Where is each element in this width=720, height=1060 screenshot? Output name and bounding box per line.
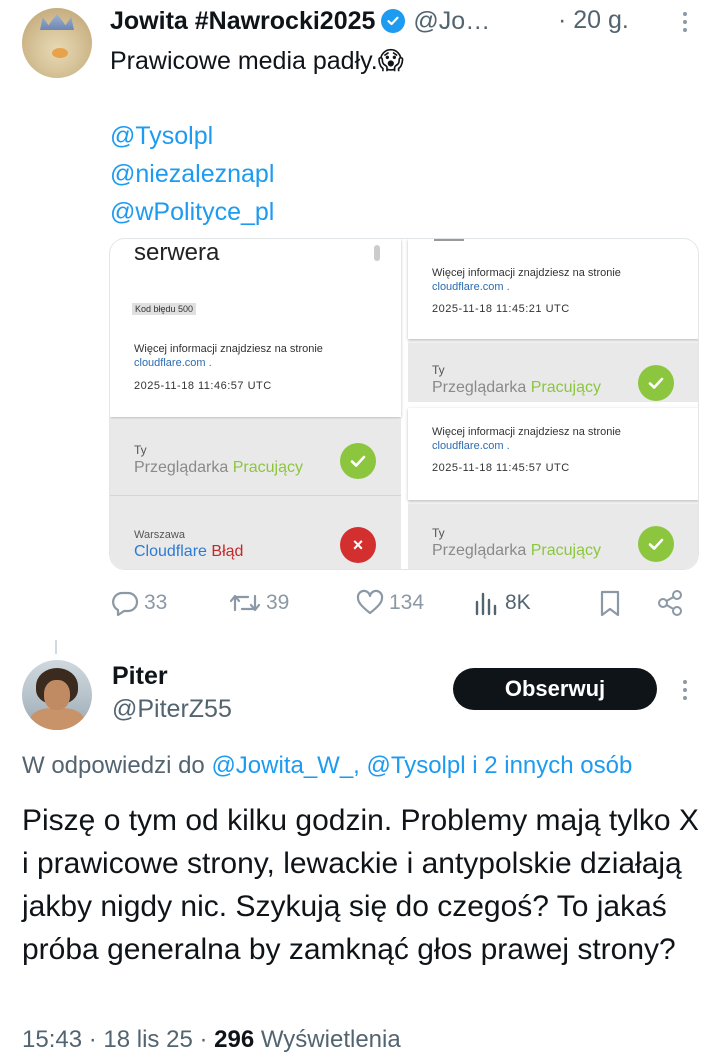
status-panel: Ty Przeglądarka Pracujący — [408, 343, 698, 402]
more-options-icon[interactable] — [683, 12, 687, 32]
tweet-mentions: @Tysolpl @niezaleznapl @wPolityce_pl — [110, 117, 274, 231]
more-options-icon[interactable] — [683, 680, 687, 700]
divider — [110, 495, 401, 496]
cloudflare-link: cloudflare.com . — [432, 281, 510, 293]
status-panel: Ty Przeglądarka Pracujący — [408, 504, 698, 569]
repost-icon — [229, 594, 261, 612]
repost-count: 39 — [266, 591, 290, 614]
reply-views-count: 296 — [214, 1026, 255, 1053]
browser-status-row: Przeglądarka Pracujący — [432, 542, 601, 560]
reply-count: 33 — [144, 591, 168, 614]
tweet-media-grid[interactable]: serwera Kod błędu 500 Więcej informacji … — [109, 238, 699, 570]
reply-time[interactable]: 15:43 — [22, 1026, 82, 1053]
follow-button[interactable]: Obserwuj — [453, 668, 657, 710]
tweet-time[interactable]: · 20 g. — [558, 6, 629, 35]
media-image-right-bottom[interactable]: Więcej informacji znajdziesz na stronie … — [408, 408, 698, 569]
browser-status-row: Przeglądarka Pracujący — [134, 459, 303, 477]
cloudflare-link: cloudflare.com . — [432, 440, 510, 452]
status-panel: Ty Przeglądarka Pracujący Warszawa Cloud… — [110, 419, 401, 569]
duck-beak-decoration — [52, 48, 68, 58]
media-image-left[interactable]: serwera Kod błędu 500 Więcej informacji … — [110, 239, 401, 569]
cloudflare-status-row: Cloudflare Błąd — [134, 543, 243, 561]
heart-icon — [356, 589, 384, 615]
reply-text: Piszę o tym od kilku godzin. Problemy ma… — [22, 804, 699, 966]
verified-badge-icon — [381, 9, 406, 33]
browser-label: Przeglądarka — [432, 542, 527, 559]
info-text: Więcej informacji znajdziesz na stronie — [432, 267, 621, 279]
author-handle[interactable]: @Jo… — [413, 7, 490, 36]
error-x-icon: × — [340, 527, 376, 563]
error-timestamp: 2025-11-18 11:45:57 UTC — [432, 462, 570, 474]
browser-label: Przeglądarka — [432, 379, 527, 396]
you-label: Ty — [134, 443, 147, 457]
analytics-icon — [475, 592, 497, 616]
check-icon — [638, 365, 674, 401]
cloudflare-error-card: serwera Kod błędu 500 Więcej informacji … — [110, 239, 401, 417]
cloudflare-link: cloudflare.com . — [134, 357, 212, 369]
check-icon — [340, 443, 376, 479]
like-count: 134 — [389, 591, 425, 614]
bookmark-button[interactable] — [597, 588, 623, 618]
browser-status: Pracujący — [530, 542, 601, 559]
cloudflare-info-card: Więcej informacji znajdziesz na stronie … — [408, 239, 698, 339]
reply-author-name[interactable]: Piter — [112, 662, 168, 691]
reply-icon — [112, 591, 139, 617]
mention-link[interactable]: @wPolityce_pl — [110, 193, 274, 231]
mention-link[interactable]: @niezaleznapl — [110, 155, 274, 193]
repost-button[interactable]: 39 — [228, 588, 289, 618]
views-button[interactable]: 8K — [473, 588, 531, 618]
tweet-author-row: Jowita #Nawrocki2025 @Jo… — [110, 6, 490, 36]
reply-button[interactable]: 33 — [110, 588, 167, 618]
share-icon — [658, 590, 682, 616]
reply-meta: 15:43 · 18 lis 25 · 296 Wyświetlenia — [22, 1026, 401, 1053]
browser-label: Przeglądarka — [134, 459, 229, 476]
replying-to-targets[interactable]: @Jowita_W_, @Tysolpl i 2 innych osób — [211, 752, 632, 779]
you-label: Ty — [432, 526, 445, 540]
scrollbar-thumb — [374, 245, 380, 261]
info-text: Więcej informacji znajdziesz na stronie — [432, 426, 621, 438]
views-count: 8K — [505, 591, 531, 614]
browser-status-row: Przeglądarka Pracujący — [432, 379, 601, 397]
bookmark-icon — [600, 590, 620, 617]
error-timestamp: 2025-11-18 11:45:21 UTC — [432, 303, 570, 315]
replying-to-prefix: W odpowiedzi do — [22, 752, 212, 779]
error-code: Kod błędu 500 — [132, 303, 197, 315]
reply-date[interactable]: 18 lis 25 — [103, 1026, 192, 1053]
error-timestamp: 2025-11-18 11:46:57 UTC — [134, 380, 272, 392]
author-avatar[interactable] — [22, 8, 92, 78]
reply-author-handle[interactable]: @PiterZ55 — [112, 695, 232, 724]
share-button[interactable] — [655, 588, 685, 618]
tweet-action-bar: 33 39 134 8K — [110, 588, 700, 624]
replying-to-line: W odpowiedzi do @Jowita_W_, @Tysolpl i 2… — [22, 752, 632, 780]
cloudflare-status: Błąd — [211, 543, 244, 560]
browser-status: Pracujący — [530, 379, 601, 396]
reply-views-label: Wyświetlenia — [260, 1026, 401, 1053]
author-name[interactable]: Jowita #Nawrocki2025 — [110, 7, 375, 36]
error-heading: serwera — [134, 239, 220, 266]
reply-author-avatar[interactable] — [22, 660, 92, 730]
cloudflare-info-card: Więcej informacji znajdziesz na stronie … — [408, 408, 698, 500]
avatar-face — [44, 680, 70, 710]
media-image-right-top[interactable]: Więcej informacji znajdziesz na stronie … — [408, 239, 698, 402]
thread-connector-line — [55, 640, 57, 654]
check-icon — [638, 526, 674, 562]
mention-link[interactable]: @Tysolpl — [110, 117, 274, 155]
cloudflare-label: Cloudflare — [134, 543, 207, 560]
you-label: Ty — [432, 363, 445, 377]
tweet-text: Prawicowe media padły.😱 — [110, 47, 404, 75]
browser-status: Pracujący — [232, 459, 303, 476]
like-button[interactable]: 134 — [355, 588, 424, 618]
location-label: Warszawa — [134, 529, 185, 541]
avatar-body — [30, 708, 84, 730]
card-edge — [434, 239, 464, 241]
crown-decoration — [40, 14, 74, 30]
info-text: Więcej informacji znajdziesz na stronie — [134, 343, 323, 355]
